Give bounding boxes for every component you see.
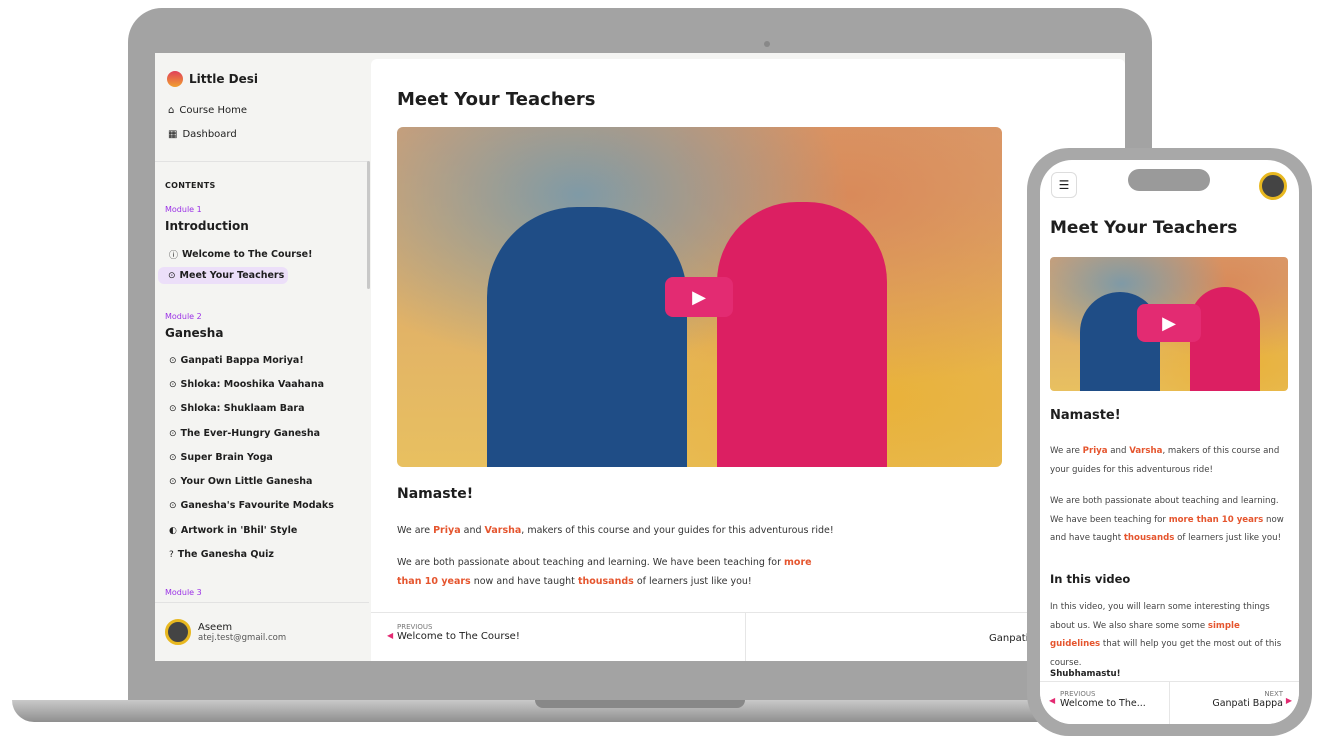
scrollbar[interactable]: [367, 161, 370, 289]
lesson-label: The Ever-Hungry Ganesha: [180, 428, 320, 439]
camera: [764, 41, 770, 47]
previous-title: Welcome to The...: [1060, 698, 1146, 709]
avatar[interactable]: [1259, 172, 1287, 200]
lesson-item-active[interactable]: ⊙ Meet Your Teachers: [158, 267, 289, 284]
sidebar: Little Desi ⌂ Course Home ▦ Dashboard CONT…: [155, 53, 370, 661]
page-title: Meet Your Teachers: [1050, 218, 1238, 238]
lesson-label: Meet Your Teachers: [179, 270, 285, 281]
section-heading: Namaste!: [397, 486, 474, 502]
chevron-left-icon: ◀: [387, 631, 394, 640]
grid-icon: ▦: [168, 129, 178, 140]
next-lesson-button[interactable]: NEXT Ganpati Bappa: [1212, 690, 1283, 709]
lesson-label: Ganesha's Favourite Modaks: [180, 500, 334, 511]
lesson-item[interactable]: ⊙ Ganesha's Favourite Modaks: [165, 497, 338, 514]
video-player[interactable]: ▶: [1050, 257, 1288, 391]
lesson-item[interactable]: ⊙ Ganpati Bappa Moriya!: [165, 352, 308, 369]
lesson-label: The Ganesha Quiz: [177, 549, 274, 560]
lesson-item[interactable]: ⊙ Shloka: Shuklaam Bara: [165, 400, 309, 417]
nav-label: Course Home: [179, 105, 247, 116]
previous-lesson-button[interactable]: PREVIOUS Welcome to The...: [1060, 690, 1146, 709]
lesson-label: Your Own Little Ganesha: [180, 476, 313, 487]
play-circle-icon: ⊙: [169, 379, 177, 390]
lesson-item[interactable]: ? The Ganesha Quiz: [165, 546, 278, 563]
home-icon: ⌂: [168, 105, 175, 116]
play-circle-icon: ⊙: [169, 500, 177, 511]
experience-paragraph: We are both passionate about teaching an…: [397, 557, 812, 587]
lesson-pager: ◀ PREVIOUS Welcome to The Course! Ganpati: [371, 612, 1125, 661]
lesson-item[interactable]: ⊙ Super Brain Yoga: [165, 449, 277, 466]
previous-label: PREVIOUS: [1060, 690, 1096, 698]
divider: [745, 613, 746, 661]
main-content: Meet Your Teachers ▶ Namaste! We are Pri…: [371, 59, 1125, 661]
teacher-figure: [717, 202, 887, 467]
play-circle-icon: ⊙: [169, 403, 177, 414]
previous-label: PREVIOUS: [397, 623, 433, 631]
module-label: Module 2: [165, 312, 202, 321]
video-player[interactable]: ▶: [397, 127, 1002, 467]
play-circle-icon: ⊙: [169, 476, 177, 487]
module-title: Ganesha: [165, 326, 224, 340]
play-circle-icon: ⊙: [169, 428, 177, 439]
lesson-item[interactable]: ⊙ The Ever-Hungry Ganesha: [165, 425, 324, 442]
lesson-item[interactable]: ⊙ Your Own Little Ganesha: [165, 473, 316, 490]
palette-icon: ◐: [169, 525, 177, 536]
next-lesson-button[interactable]: Ganpati: [989, 633, 1028, 644]
play-button[interactable]: ▶: [1137, 304, 1201, 342]
lesson-label: Shloka: Shuklaam Bara: [180, 403, 305, 414]
divider: [155, 602, 369, 603]
contents-heading: CONTENTS: [165, 181, 216, 190]
logo-icon: [167, 71, 183, 87]
lesson-label: Shloka: Mooshika Vaahana: [180, 379, 324, 390]
quiz-icon: ?: [169, 549, 174, 560]
intro-paragraph: We are Priya and Varsha, makers of this …: [397, 525, 834, 536]
play-circle-icon: ⊙: [168, 270, 176, 281]
previous-title: Welcome to The Course!: [397, 631, 520, 642]
module-title: Introduction: [165, 219, 249, 233]
user-name: Aseem: [198, 621, 233, 633]
lesson-label: Artwork in 'Bhil' Style: [180, 525, 298, 536]
teacher-figure: [487, 207, 687, 467]
previous-lesson-button[interactable]: PREVIOUS Welcome to The Course!: [397, 623, 520, 642]
lesson-item[interactable]: ⓘ Welcome to The Course!: [165, 245, 316, 264]
play-circle-icon: ⊙: [169, 452, 177, 463]
section-heading: In this video: [1050, 572, 1131, 586]
brand[interactable]: Little Desi: [167, 71, 258, 87]
lesson-item[interactable]: ⊙ Shloka: Mooshika Vaahana: [165, 376, 328, 393]
nav-label: Dashboard: [182, 129, 237, 140]
lesson-label: Ganpati Bappa Moriya!: [180, 355, 304, 366]
video-description: In this video, you will learn some inter…: [1050, 602, 1282, 668]
laptop-notch: [535, 700, 745, 708]
chevron-left-icon: ◀: [1049, 696, 1056, 705]
user-profile[interactable]: Aseem atej.test@gmail.com: [165, 619, 286, 645]
nav-dashboard[interactable]: ▦ Dashboard: [168, 129, 237, 140]
next-title: Ganpati Bappa: [1212, 698, 1283, 709]
nav-course-home[interactable]: ⌂ Course Home: [168, 105, 247, 116]
lesson-label: Welcome to The Course!: [182, 249, 313, 260]
lesson-label: Super Brain Yoga: [180, 452, 273, 463]
play-circle-icon: ⊙: [169, 355, 177, 366]
module-label: Module 1: [165, 205, 202, 214]
laptop-screen: Little Desi ⌂ Course Home ▦ Dashboard CONT…: [155, 53, 1125, 661]
divider: [1169, 682, 1170, 724]
section-heading: Namaste!: [1050, 408, 1121, 423]
page-title: Meet Your Teachers: [397, 89, 596, 110]
experience-paragraph: We are both passionate about teaching an…: [1050, 496, 1284, 543]
play-button[interactable]: ▶: [665, 277, 733, 317]
teacher-figure: [1190, 287, 1260, 391]
intro-paragraph: We are Priya and Varsha, makers of this …: [1050, 446, 1280, 475]
avatar: [165, 619, 191, 645]
chevron-right-icon: ▶: [1285, 696, 1292, 705]
user-email: atej.test@gmail.com: [198, 632, 287, 643]
divider: [155, 161, 369, 162]
dynamic-island: [1128, 169, 1210, 191]
module-label: Module 3: [165, 588, 202, 597]
next-label: NEXT: [1264, 690, 1283, 698]
menu-icon[interactable]: ☰: [1051, 172, 1077, 198]
lesson-pager: ◀ PREVIOUS Welcome to The... NEXT Ganpati …: [1040, 681, 1299, 724]
phone-frame: ☰ Meet Your Teachers ▶ Namaste! We are P…: [1027, 148, 1312, 736]
brand-name: Little Desi: [189, 72, 259, 86]
lesson-item[interactable]: ◐ Artwork in 'Bhil' Style: [165, 522, 301, 539]
phone-screen: ☰ Meet Your Teachers ▶ Namaste! We are P…: [1040, 160, 1299, 724]
info-icon: ⓘ: [169, 251, 179, 261]
